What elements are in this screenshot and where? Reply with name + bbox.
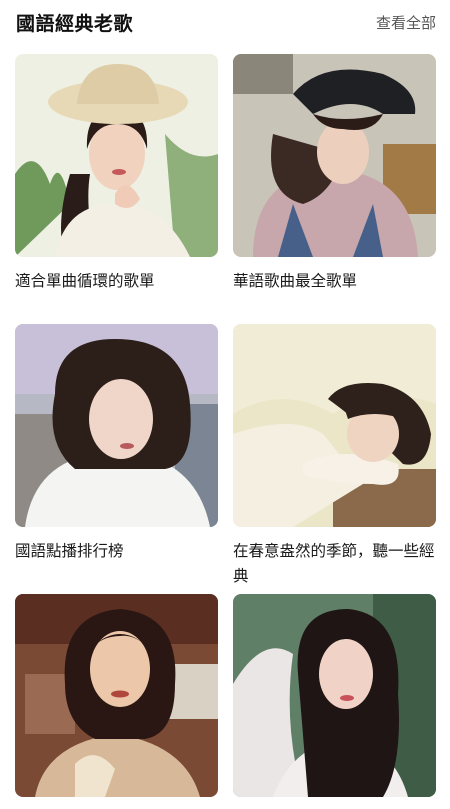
- playlist-title: 適合單曲循環的歌單: [15, 272, 155, 290]
- playlist-card[interactable]: 國語點播排行榜: [15, 324, 218, 594]
- playlist-cover[interactable]: [15, 324, 218, 527]
- section-header: 國語經典老歌 查看全部: [16, 8, 436, 36]
- playlist-cover[interactable]: [233, 54, 436, 257]
- portrait-resting-woman-icon: [233, 324, 436, 527]
- playlist-title: 國語點播排行榜: [15, 542, 124, 560]
- playlist-title: 在春意盎然的季節，聽一些經典: [233, 542, 435, 585]
- playlist-cover[interactable]: [15, 54, 218, 257]
- portrait-long-hair-woman-icon: [233, 594, 436, 797]
- section-title: 國語經典老歌: [16, 12, 134, 35]
- see-all-link[interactable]: 查看全部: [376, 12, 436, 33]
- portrait-straw-hat-woman-icon: [15, 54, 218, 257]
- playlist-card[interactable]: 適合單曲循環的歌單: [15, 54, 218, 324]
- playlist-card[interactable]: [233, 594, 436, 809]
- portrait-bob-hair-woman-icon: [15, 324, 218, 527]
- playlist-card[interactable]: [15, 594, 218, 809]
- playlist-title: 華語歌曲最全歌單: [233, 272, 358, 290]
- playlist-card[interactable]: 華語歌曲最全歌單: [233, 54, 436, 324]
- playlist-cover[interactable]: [15, 594, 218, 797]
- playlist-cover[interactable]: [233, 324, 436, 527]
- playlist-card[interactable]: 在春意盎然的季節，聽一些經典: [233, 324, 436, 594]
- portrait-cap-woman-icon: [233, 54, 436, 257]
- portrait-retro-woman-icon: [15, 594, 218, 797]
- playlist-grid: 適合單曲循環的歌單 華語歌曲最全歌單 國語點播排行榜 在春意盎然的季節，聽一些經…: [15, 54, 436, 809]
- playlist-cover[interactable]: [233, 594, 436, 797]
